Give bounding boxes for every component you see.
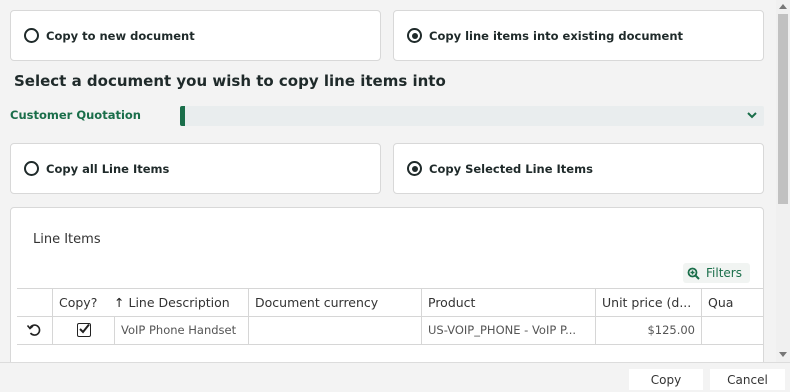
scroll-down-arrow-icon[interactable] bbox=[779, 352, 787, 357]
grid-header: Copy? ↑ Line Description Document currenc… bbox=[17, 288, 763, 317]
header-unit-price[interactable]: Unit price (d... bbox=[595, 289, 701, 316]
table-row[interactable]: VoIP Phone Handset US-VOIP_PHONE - VoIP … bbox=[17, 317, 763, 345]
radio-checked-icon[interactable] bbox=[407, 28, 422, 43]
header-line-description[interactable]: ↑ Line Description bbox=[114, 289, 248, 316]
undo-cell[interactable] bbox=[17, 317, 52, 344]
sort-ascending-icon[interactable]: ↑ bbox=[114, 289, 124, 316]
header-document-currency[interactable]: Document currency bbox=[248, 289, 421, 316]
copy-into-existing-document-label: Copy line items into existing document bbox=[429, 28, 684, 43]
radio-icon[interactable] bbox=[24, 161, 39, 176]
radio-icon[interactable] bbox=[24, 28, 39, 43]
filters-button[interactable]: Filters bbox=[683, 263, 750, 283]
zoom-in-icon bbox=[687, 267, 700, 280]
header-line-description-label: Line Description bbox=[128, 295, 230, 310]
section-heading: Select a document you wish to copy line … bbox=[14, 72, 446, 90]
cancel-button[interactable]: Cancel bbox=[710, 369, 785, 390]
checkmark-icon bbox=[79, 323, 90, 334]
chevron-down-icon[interactable] bbox=[746, 109, 758, 121]
header-actions bbox=[17, 289, 52, 316]
line-items-panel: Line Items Filters Copy? ↑ Line Descripti… bbox=[10, 207, 764, 377]
header-quantity[interactable]: Qua bbox=[701, 289, 763, 316]
copy-button[interactable]: Copy bbox=[629, 369, 703, 390]
line-description-cell[interactable]: VoIP Phone Handset bbox=[114, 317, 248, 344]
customer-quotation-label: Customer Quotation bbox=[10, 108, 141, 122]
unit-price-cell[interactable]: $125.00 bbox=[595, 317, 701, 344]
product-cell[interactable]: US-VOIP_PHONE - VoIP P... bbox=[421, 317, 595, 344]
scrollbar-thumb[interactable] bbox=[778, 14, 788, 204]
quantity-cell[interactable] bbox=[701, 317, 763, 344]
document-currency-cell[interactable] bbox=[248, 317, 421, 344]
copy-to-new-document-option[interactable]: Copy to new document bbox=[10, 10, 381, 61]
copy-to-new-document-label: Copy to new document bbox=[46, 28, 195, 43]
undo-icon[interactable] bbox=[27, 323, 41, 337]
copy-into-existing-document-option[interactable]: Copy line items into existing document bbox=[393, 10, 764, 61]
line-items-title: Line Items bbox=[33, 232, 101, 247]
customer-quotation-select[interactable] bbox=[180, 106, 764, 126]
copy-checkbox[interactable] bbox=[77, 323, 91, 337]
copy-all-line-items-option[interactable]: Copy all Line Items bbox=[10, 143, 381, 194]
radio-checked-icon[interactable] bbox=[407, 161, 422, 176]
copy-selected-line-items-label: Copy Selected Line Items bbox=[429, 161, 593, 176]
header-product[interactable]: Product bbox=[421, 289, 595, 316]
copy-selected-line-items-option[interactable]: Copy Selected Line Items bbox=[393, 143, 764, 194]
scroll-up-arrow-icon[interactable] bbox=[779, 4, 787, 9]
vertical-scrollbar[interactable] bbox=[776, 0, 790, 362]
dialog-footer: Copy Cancel bbox=[0, 362, 790, 392]
copy-all-line-items-label: Copy all Line Items bbox=[46, 161, 170, 176]
filters-label: Filters bbox=[706, 266, 742, 280]
copy-cell[interactable] bbox=[52, 317, 114, 344]
line-items-grid: Copy? ↑ Line Description Document currenc… bbox=[17, 288, 763, 345]
header-copy[interactable]: Copy? bbox=[52, 289, 114, 316]
